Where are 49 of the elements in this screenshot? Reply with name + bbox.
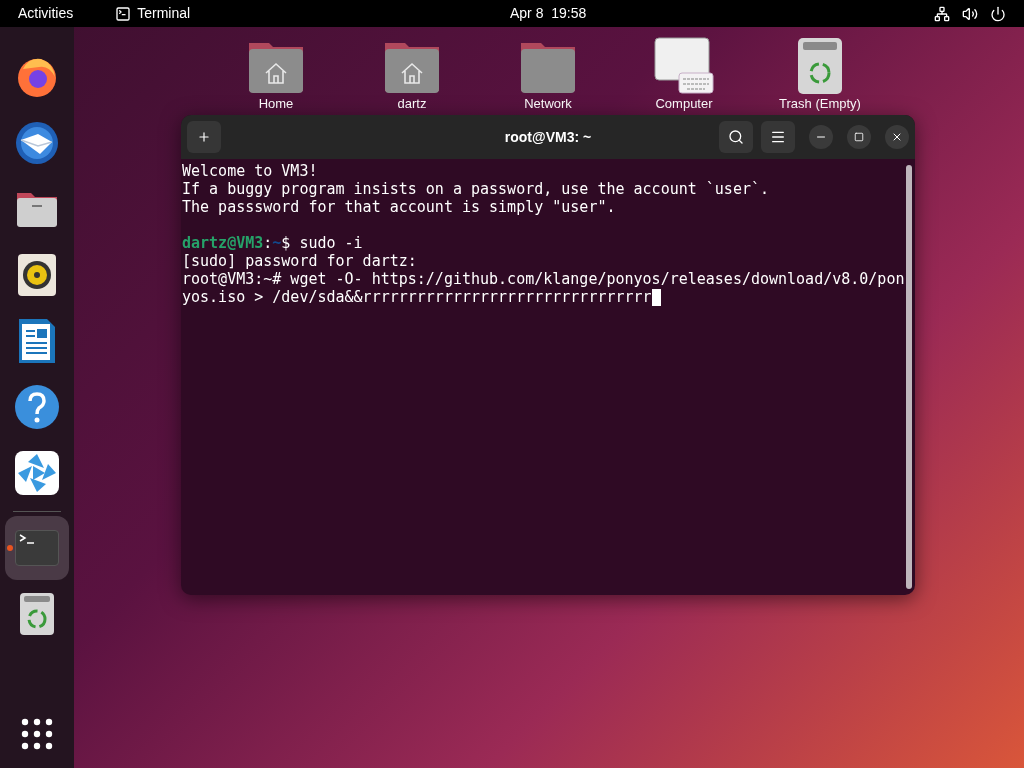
prompt-symbol: $ (281, 234, 292, 252)
computer-icon (653, 37, 715, 95)
close-icon (891, 131, 903, 143)
clock[interactable]: Apr 8 19:58 (510, 3, 587, 24)
window-title: root@VM3: ~ (504, 127, 592, 147)
prompt-path: ~ (272, 234, 282, 252)
desktop-icon-label[interactable]: Network (524, 97, 572, 111)
trash-icon (797, 37, 843, 95)
volume-icon[interactable] (962, 5, 978, 22)
terminal-line: [sudo] password for dartz: (182, 252, 418, 270)
prompt-user: dartz@VM3 (182, 234, 264, 252)
minimize-button[interactable] (809, 125, 833, 149)
envelope-globe-icon (14, 120, 60, 166)
folder-icon (519, 41, 577, 95)
prompt-separator: : (263, 234, 273, 252)
search-button[interactable] (719, 121, 753, 153)
desktop-icon-label[interactable]: dartz (397, 97, 427, 111)
question-mark-icon (14, 384, 60, 430)
terminal-command: sudo -i (299, 234, 363, 252)
scrollbar[interactable] (906, 165, 912, 589)
plus-icon (197, 130, 211, 144)
activities-button[interactable]: Activities (18, 3, 74, 24)
menu-button[interactable] (761, 121, 795, 153)
terminal-line: Welcome to VM3! (182, 162, 319, 180)
terminal-line: The passsword for that account is simply "user". (182, 198, 617, 216)
running-indicator (7, 545, 13, 551)
speaker-icon (17, 253, 57, 297)
terminal-line: root@VM3:~# wget -O- https://github.com/klange/ponyos/releases/download/v8.0/pon (182, 270, 906, 288)
terminal-line: If a buggy program insists on a password, use the account `user`. (182, 180, 770, 198)
terminal-line: yos.iso > /dev/sda&&rrrrrrrrrrrrrrrrrrrrrrrrrrrrrrrr (182, 288, 652, 306)
desktop-icon-label[interactable]: Computer (655, 97, 713, 111)
home-folder-icon (383, 41, 441, 95)
home-folder-icon (247, 41, 305, 95)
document-icon (18, 318, 56, 364)
trash-icon (19, 592, 55, 636)
app-menu[interactable]: Terminal (137, 3, 191, 24)
menu-icon (770, 129, 786, 145)
new-tab-button[interactable] (187, 121, 221, 153)
terminal-app-icon (15, 530, 59, 566)
search-icon (728, 129, 744, 145)
maximize-icon (854, 132, 864, 142)
app-grid-icon[interactable] (21, 718, 53, 750)
network-icon[interactable] (934, 5, 950, 22)
maximize-button[interactable] (847, 125, 871, 149)
power-icon[interactable] (990, 5, 1006, 22)
desktop-icon-label[interactable]: Home (258, 97, 294, 111)
desktop-icon-label[interactable]: Trash (Empty) (779, 97, 861, 111)
terminal-icon (115, 5, 132, 22)
close-button[interactable] (885, 125, 909, 149)
